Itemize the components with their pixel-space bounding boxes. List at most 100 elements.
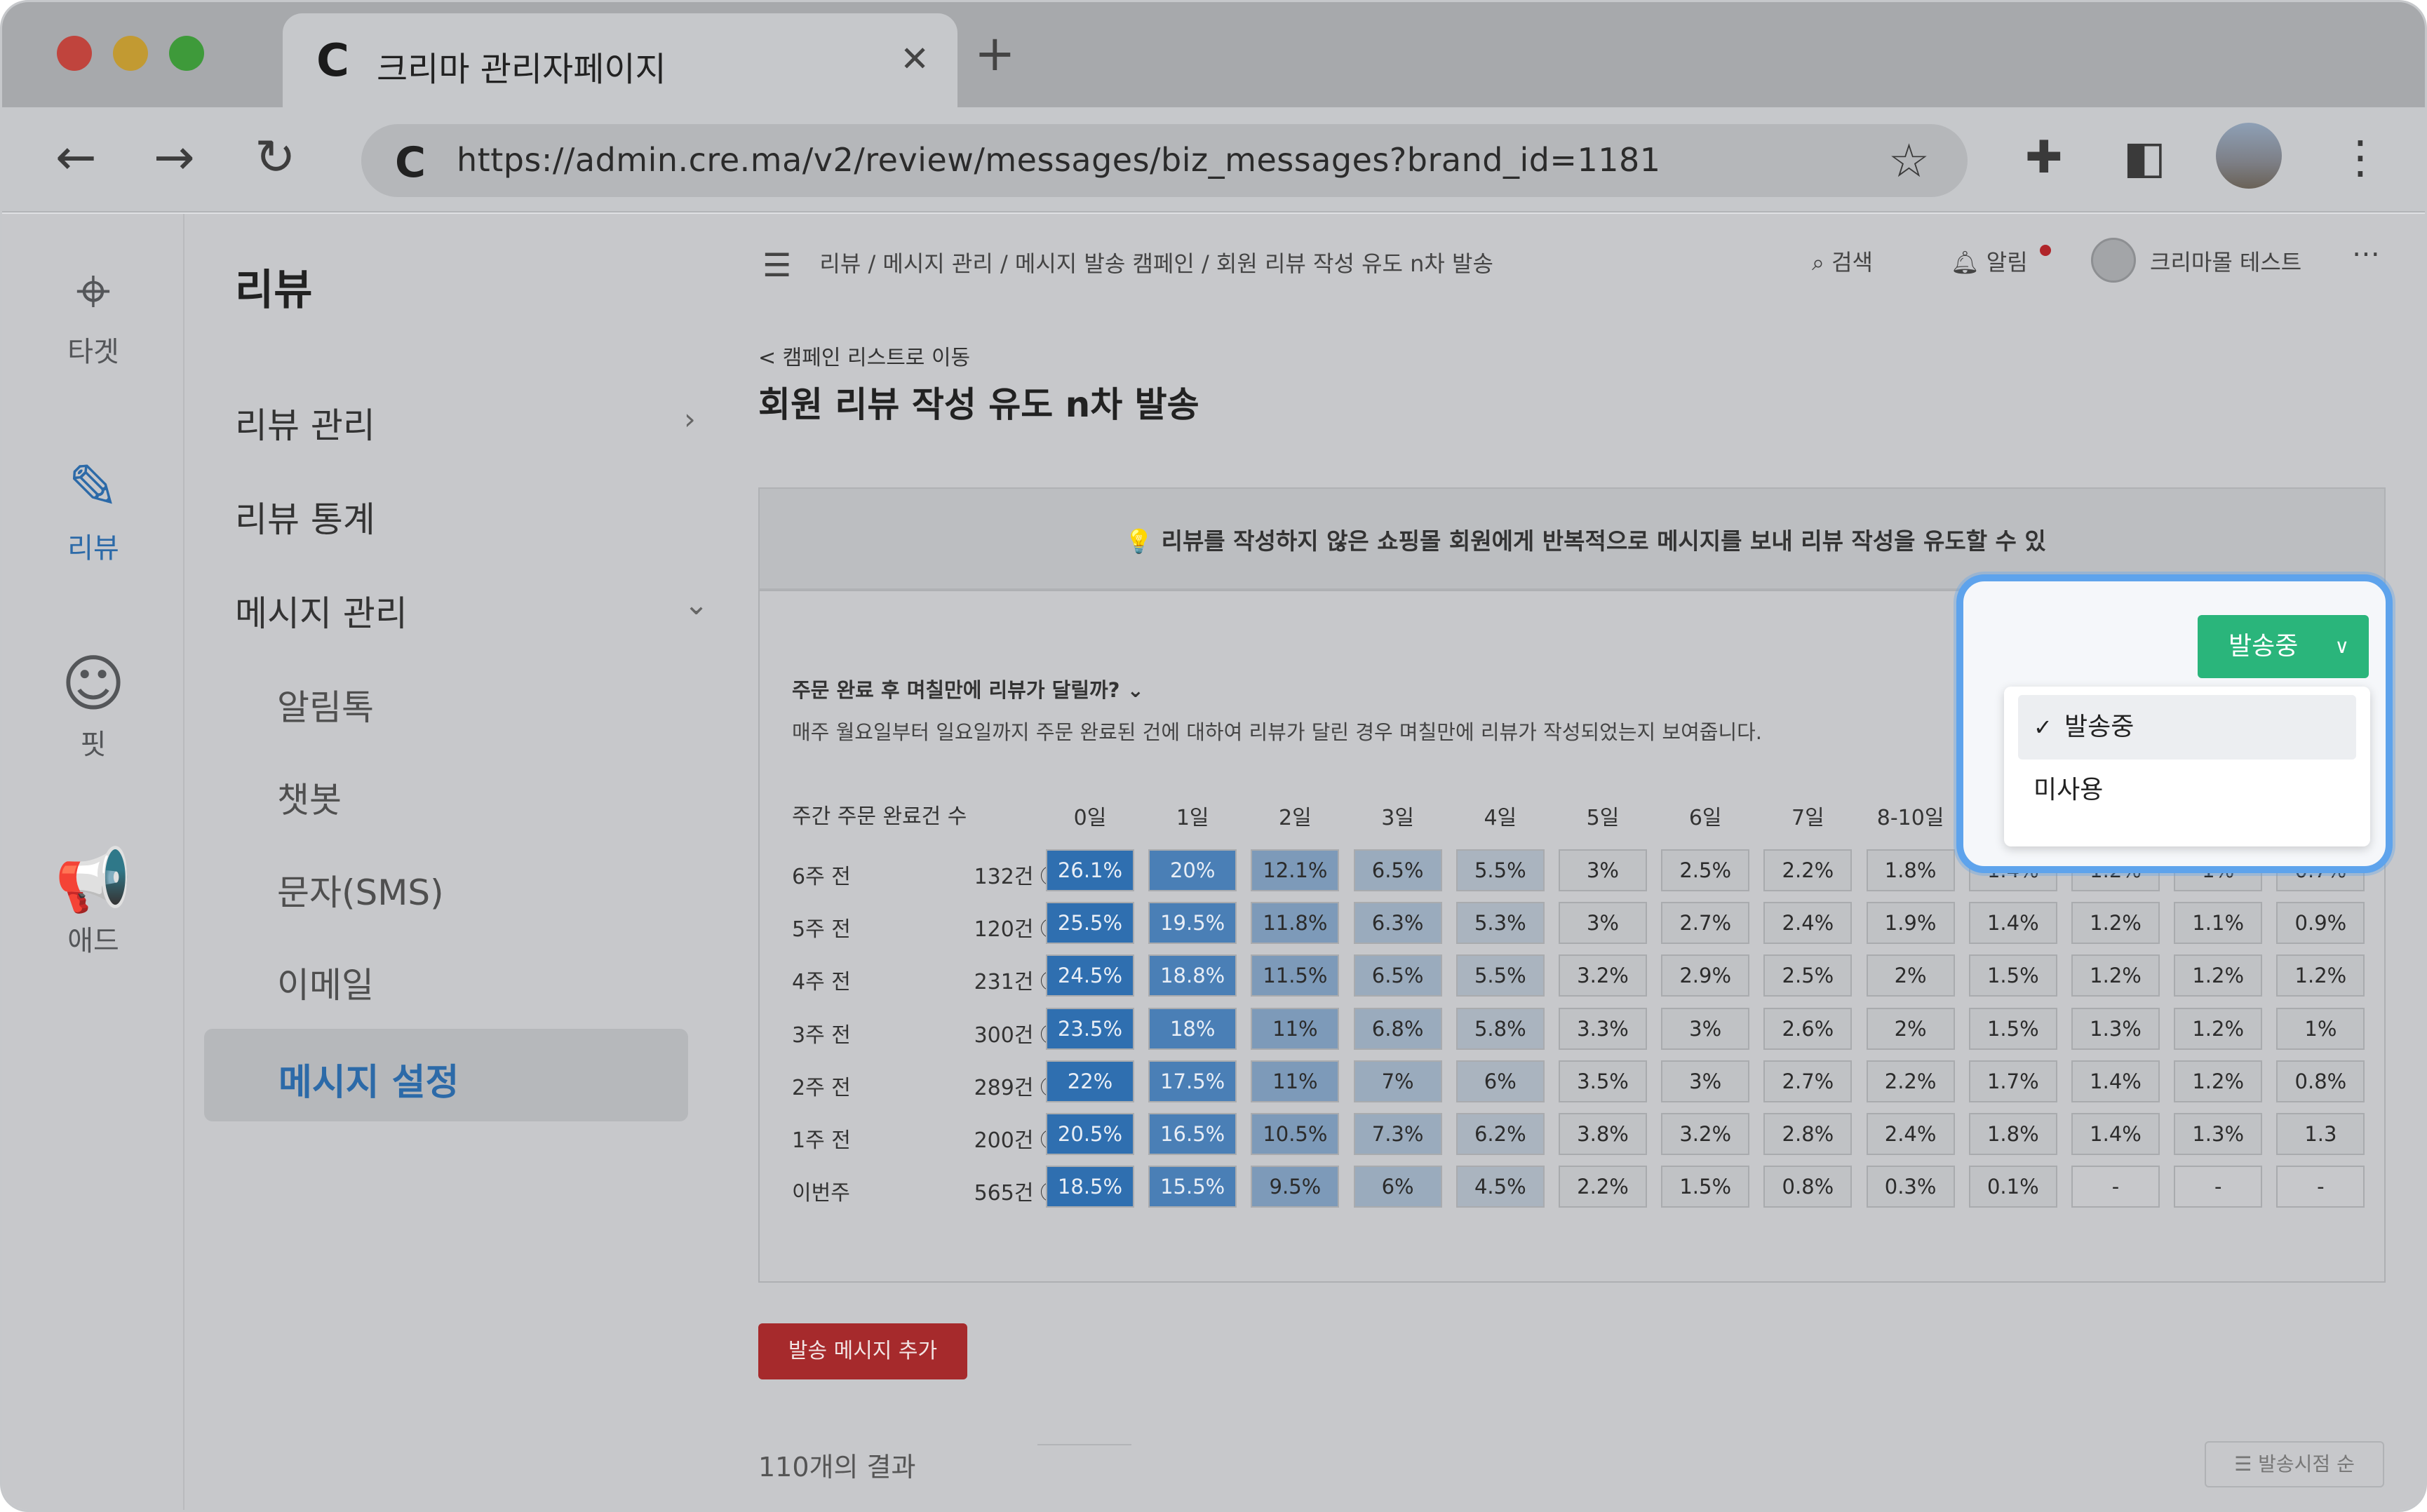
sidebar-item-review-stats[interactable]: 리뷰 통계	[235, 492, 375, 542]
forward-arrow-icon[interactable]: →	[154, 133, 195, 182]
sidebar-sub-label: 메시지 설정	[278, 1062, 459, 1104]
alarm-button[interactable]: 🔔︎ 알림	[1951, 245, 2028, 277]
tab-title: 크리마 관리자페이지	[377, 50, 666, 89]
table-cell: 0.9%	[2276, 902, 2365, 945]
table-cell: 3%	[1661, 1007, 1750, 1050]
side-panel-icon[interactable]: ◧	[2123, 135, 2165, 180]
table-cell: 23.5%	[1046, 1007, 1134, 1050]
week-order-count[interactable]: 300건 ⓘ	[914, 1018, 1061, 1048]
week-row-label: 2주 전	[792, 1075, 851, 1100]
new-tab-icon[interactable]: +	[974, 29, 1016, 78]
weekly-order-header: 주간 주문 완료건 수	[792, 804, 967, 829]
sidebar-sub-email[interactable]: 이메일	[277, 957, 374, 1008]
sidebar: 리뷰 리뷰 관리 › 리뷰 통계 메시지 관리 ⌄ 알림톡 챗봇 문자(SMS)…	[186, 214, 712, 1510]
table-cell: 2%	[1866, 954, 1955, 997]
table-cell: 2.7%	[1763, 1060, 1853, 1102]
table-cell: 6%	[1353, 1166, 1442, 1208]
rail-item-target[interactable]: ⌖ 타겟	[2, 256, 184, 370]
status-dropdown-highlight: 발송중 ∨ ✓ 발송중 미사용	[1956, 574, 2393, 873]
review-timing-toggle[interactable]: 주문 완료 후 며칠만에 리뷰가 달릴까? ⌄	[792, 674, 1144, 703]
back-arrow-icon[interactable]: ←	[55, 133, 97, 182]
day-column-header: 6일	[1688, 806, 1722, 830]
status-option-unused[interactable]: 미사용	[2018, 758, 2356, 823]
table-cell: 3%	[1559, 849, 1647, 891]
rail-item-fit[interactable]: ☺ 핏	[2, 649, 184, 762]
sidebar-sub-message-settings[interactable]: 메시지 설정	[204, 1029, 688, 1121]
day-column-header: 7일	[1791, 806, 1824, 830]
week-order-count[interactable]: 565건 ⓘ	[914, 1175, 1061, 1206]
close-window-button[interactable]	[57, 36, 92, 71]
table-cell: 5.5%	[1455, 954, 1545, 997]
bookmark-star-icon[interactable]: ☆	[1888, 134, 1930, 188]
status-button-label: 발송중	[2228, 632, 2299, 661]
week-order-count[interactable]: 289건 ⓘ	[914, 1070, 1061, 1101]
checkmark-icon: ✓	[2033, 714, 2052, 741]
sidebar-item-message-manage[interactable]: 메시지 관리 ⌄	[235, 586, 708, 636]
table-cell: 1.9%	[1866, 902, 1955, 945]
table-cell: 6.8%	[1353, 1007, 1442, 1050]
profile-avatar[interactable]	[2216, 123, 2282, 189]
week-order-count[interactable]: 231건 ⓘ	[914, 964, 1061, 995]
status-option-sending[interactable]: ✓ 발송중	[2018, 695, 2356, 760]
address-bar[interactable]: C https://admin.cre.ma/v2/review/message…	[361, 124, 1968, 197]
sidebar-item-review-manage[interactable]: 리뷰 관리 ›	[235, 398, 696, 448]
table-cell: 1.2%	[2071, 902, 2160, 945]
table-cell: 3.2%	[1661, 1113, 1750, 1155]
maximize-window-button[interactable]	[169, 36, 204, 71]
table-cell: 2.9%	[1661, 954, 1750, 997]
browser-tab[interactable]: C 크리마 관리자페이지 ✕	[283, 13, 957, 107]
table-cell: 1.2%	[2071, 954, 2160, 997]
week-order-count[interactable]: 132건 ⓘ	[914, 859, 1061, 890]
table-cell: 2.2%	[1763, 849, 1853, 891]
megaphone-icon: 📢	[55, 844, 132, 916]
table-cell: 4.5%	[1455, 1166, 1545, 1208]
day-column-header: 3일	[1381, 806, 1414, 830]
table-cell: 1.4%	[2071, 1060, 2160, 1102]
sidebar-sub-alimtalk[interactable]: 알림톡	[277, 680, 374, 730]
table-cell: 1.2%	[2174, 1007, 2263, 1050]
back-to-campaign-list-link[interactable]: < 캠페인 리스트로 이동	[758, 340, 970, 371]
rail-item-review[interactable]: ✎ 리뷰	[2, 452, 184, 566]
table-cell: 1.1%	[2174, 902, 2263, 945]
week-row-label: 이번주	[792, 1181, 850, 1206]
hamburger-menu-icon[interactable]: ☰	[762, 246, 791, 284]
table-cell: 2.8%	[1763, 1113, 1853, 1155]
user-avatar[interactable]	[2091, 238, 2136, 283]
table-cell: 1.8%	[1866, 849, 1955, 891]
status-dropdown-button[interactable]: 발송중 ∨	[2198, 615, 2369, 678]
sort-button[interactable]: ☰ 발송시점 순	[2205, 1441, 2384, 1487]
table-cell: 2.7%	[1661, 902, 1750, 945]
table-cell: 5.3%	[1455, 902, 1545, 945]
sidebar-sub-chatbot[interactable]: 챗봇	[277, 772, 342, 823]
day-column-header: 0일	[1073, 806, 1107, 830]
add-message-button[interactable]: 발송 메시지 추가	[758, 1323, 967, 1379]
table-cell: 1.2%	[2174, 954, 2263, 997]
sidebar-sub-sms[interactable]: 문자(SMS)	[277, 865, 444, 915]
option-label: 미사용	[2033, 776, 2104, 804]
tab-close-icon[interactable]: ✕	[900, 39, 929, 79]
reload-icon[interactable]: ↻	[255, 133, 296, 182]
table-cell: 1.2%	[2174, 1060, 2263, 1102]
table-cell: 3.3%	[1559, 1007, 1647, 1050]
chevron-right-icon: ›	[684, 402, 696, 436]
breadcrumb-text[interactable]: 리뷰 / 메시지 관리 / 메시지 발송 캠페인 / 회원 리뷰 작성 유도 n…	[819, 250, 1493, 277]
table-cell: 6%	[1455, 1060, 1545, 1102]
url-text[interactable]: https://admin.cre.ma/v2/review/messages/…	[457, 141, 1661, 179]
alarm-label: 알림	[1986, 249, 2028, 276]
sidebar-title: 리뷰	[235, 266, 313, 315]
search-button[interactable]: ⌕ 검색	[1812, 245, 1873, 277]
extensions-puzzle-icon[interactable]: ✚	[2025, 135, 2063, 180]
table-cell: -	[2174, 1166, 2263, 1208]
week-order-count[interactable]: 120건 ⓘ	[914, 912, 1061, 943]
user-name[interactable]: 크리마몰 테스트	[2150, 245, 2301, 277]
option-label: 발송중	[2064, 713, 2134, 741]
minimize-window-button[interactable]	[113, 36, 148, 71]
table-cell: 1.3%	[2174, 1113, 2263, 1155]
rail-item-ad[interactable]: 📢 애드	[2, 845, 184, 959]
browser-menu-icon[interactable]: ⋮	[2338, 135, 2383, 180]
week-order-count[interactable]: 200건 ⓘ	[914, 1123, 1061, 1154]
table-cell: 2%	[1866, 1007, 1955, 1050]
sidebar-item-label: 리뷰 통계	[235, 499, 375, 540]
more-options-icon[interactable]: ⋯	[2352, 238, 2380, 270]
table-cell: 3.5%	[1559, 1060, 1647, 1102]
